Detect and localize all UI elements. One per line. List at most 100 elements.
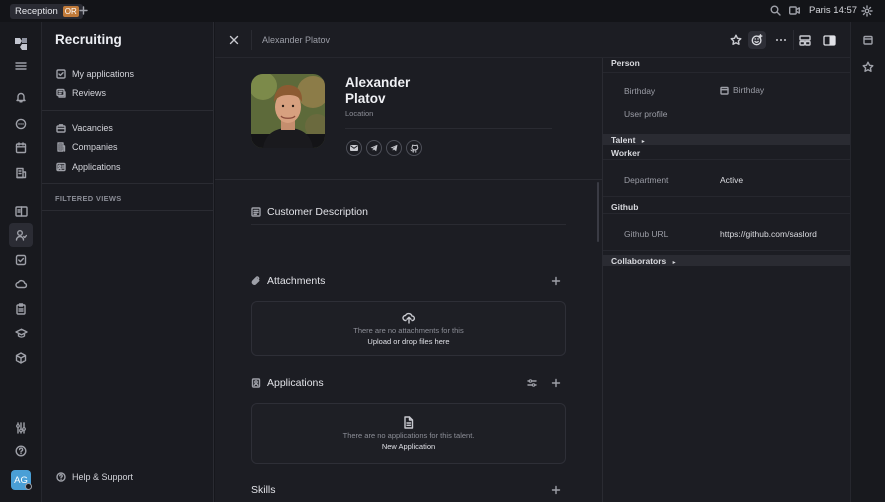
nav-item-vacancies[interactable]: Vacancies: [56, 123, 113, 133]
office-icon[interactable]: [9, 161, 33, 185]
star-icon[interactable]: [862, 61, 874, 73]
attachments-empty-text: There are no attachments for this: [353, 325, 464, 335]
add-tab-icon[interactable]: [79, 6, 88, 15]
clock[interactable]: Paris 14:57: [809, 5, 857, 16]
cloud-icon[interactable]: [9, 272, 33, 296]
close-icon[interactable]: [225, 31, 243, 49]
user-profile-label: User profile: [624, 109, 668, 119]
sidebar-toggle-icon[interactable]: [820, 31, 838, 49]
last-name: Platov: [345, 91, 386, 106]
recruiting-icon[interactable]: [9, 223, 33, 247]
nav-item-my-applications[interactable]: My applications: [56, 69, 134, 79]
help-support-label: Help & Support: [72, 472, 134, 482]
status-indicator: [25, 483, 32, 490]
search-icon[interactable]: [770, 5, 781, 16]
github-url-value[interactable]: https://github.com/saslord: [720, 229, 817, 239]
attachments-dropzone[interactable]: There are no attachments for this Upload…: [251, 301, 566, 356]
workspace-tab[interactable]: Reception OR: [10, 4, 83, 19]
department-value[interactable]: Active: [720, 175, 743, 185]
details-panel: Person Birthday Birthday User profile Ta…: [602, 58, 851, 502]
email-icon[interactable]: [346, 140, 362, 156]
customer-description-title: Customer Description: [267, 206, 368, 218]
profile-photo[interactable]: [251, 74, 325, 148]
clipboard-icon[interactable]: [9, 297, 33, 321]
customer-description-header: Customer Description: [251, 206, 368, 218]
bell-icon[interactable]: [9, 85, 33, 109]
add-application-icon[interactable]: [551, 378, 561, 388]
layout-icon[interactable]: [796, 31, 814, 49]
nav-item-label: My applications: [72, 69, 135, 79]
breadcrumb[interactable]: Alexander Platov: [262, 35, 330, 45]
chevron-right-icon: ▸: [672, 260, 676, 266]
cloud-upload-icon: [401, 312, 415, 324]
divider: [793, 30, 794, 50]
top-bar: Reception OR Paris 14:57: [0, 0, 885, 22]
first-name: Alexander: [345, 75, 411, 90]
profile-name[interactable]: Alexander Platov: [345, 75, 410, 107]
help-circle-icon[interactable]: [9, 439, 33, 463]
attachments-title: Attachments: [267, 275, 326, 287]
location-field[interactable]: Location: [345, 109, 373, 118]
sliders-icon[interactable]: [9, 416, 33, 440]
calendar-icon[interactable]: [863, 35, 873, 45]
nav-item-label: Applications: [72, 162, 121, 172]
package-icon[interactable]: [9, 346, 33, 370]
calendar-icon: [720, 86, 729, 95]
applications-icon: [56, 162, 66, 172]
workspace-tab-badge: OR: [62, 6, 79, 17]
new-application-link[interactable]: New Application: [382, 442, 435, 451]
collaborators-group[interactable]: Collaborators ▸: [611, 256, 676, 266]
telegram-icon[interactable]: [366, 140, 382, 156]
more-icon[interactable]: [772, 31, 790, 49]
calendar-icon[interactable]: [9, 136, 33, 160]
scrollbar[interactable]: [597, 182, 599, 242]
upload-link[interactable]: Upload or drop files here: [367, 337, 449, 346]
tasks-icon[interactable]: [9, 248, 33, 272]
chevron-right-icon: ▸: [641, 139, 645, 145]
nav-item-label: Companies: [72, 142, 118, 152]
divider: [251, 30, 252, 50]
logo-icon[interactable]: [9, 32, 33, 56]
applications-title: Applications: [267, 377, 324, 389]
help-icon: [56, 472, 66, 482]
divider: [251, 224, 566, 225]
reviews-icon: [56, 88, 66, 98]
star-icon[interactable]: [727, 31, 745, 49]
gear-icon[interactable]: [861, 5, 873, 17]
clock-time: 14:57: [833, 5, 858, 16]
help-support-link[interactable]: Help & Support: [56, 472, 133, 482]
reaction-icon[interactable]: [748, 31, 766, 49]
filter-options-icon[interactable]: [527, 378, 537, 388]
talent-group[interactable]: Talent ▸: [611, 135, 645, 145]
nav-item-label: Reviews: [72, 88, 107, 98]
nav-item-reviews[interactable]: Reviews: [56, 88, 106, 98]
graduation-icon[interactable]: [9, 321, 33, 345]
nav-item-label: Vacancies: [72, 123, 113, 133]
skills-header: Skills: [251, 484, 276, 496]
right-rail: [850, 22, 885, 502]
birthday-placeholder: Birthday: [733, 85, 765, 95]
telegram-bot-icon[interactable]: [386, 140, 402, 156]
nav-item-companies[interactable]: Companies: [56, 142, 118, 152]
briefcase-icon: [56, 124, 66, 133]
github-group: Github: [611, 202, 639, 212]
birthday-label: Birthday: [624, 86, 656, 96]
department-label: Department: [624, 175, 669, 185]
description-editor[interactable]: [251, 230, 566, 264]
filtered-views-label: FILTERED VIEWS: [55, 194, 122, 203]
collaborators-label: Collaborators: [611, 256, 667, 266]
github-icon[interactable]: [406, 140, 422, 156]
divider: [215, 179, 602, 180]
nav-item-applications[interactable]: Applications: [56, 162, 121, 172]
menu-icon[interactable]: [9, 54, 33, 78]
worker-group: Worker: [611, 148, 641, 158]
add-skill-icon[interactable]: [551, 485, 561, 495]
chat-icon[interactable]: [9, 112, 33, 136]
add-attachment-icon[interactable]: [551, 276, 561, 286]
document-icon: [404, 416, 414, 429]
birthday-value[interactable]: Birthday: [720, 85, 764, 95]
video-icon[interactable]: [789, 6, 800, 15]
applications-empty-text: There are no applications for this talen…: [342, 431, 475, 440]
document-header: Alexander Platov: [215, 22, 885, 58]
book-icon[interactable]: [9, 199, 33, 223]
